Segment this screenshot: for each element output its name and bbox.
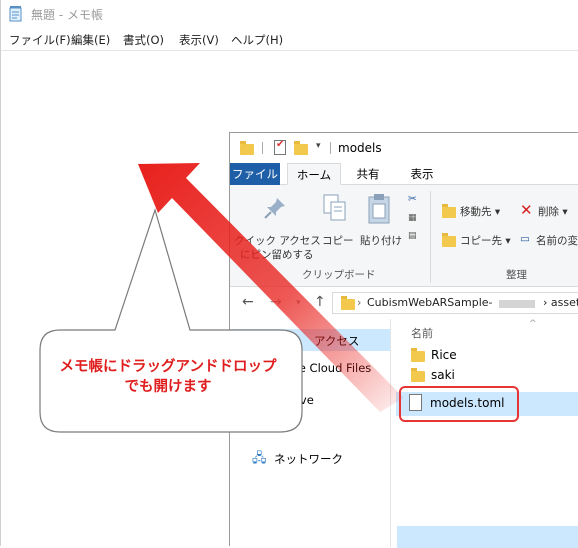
callout-line-2: でも開けます	[124, 379, 212, 395]
callout-overlay	[39, 163, 404, 433]
callout-line-1: メモ帳にドラッグアンドドロップ	[59, 359, 277, 375]
callout-text: メモ帳にドラッグアンドドロップ でも開けます	[42, 357, 294, 397]
speech-bubble	[39, 207, 303, 433]
